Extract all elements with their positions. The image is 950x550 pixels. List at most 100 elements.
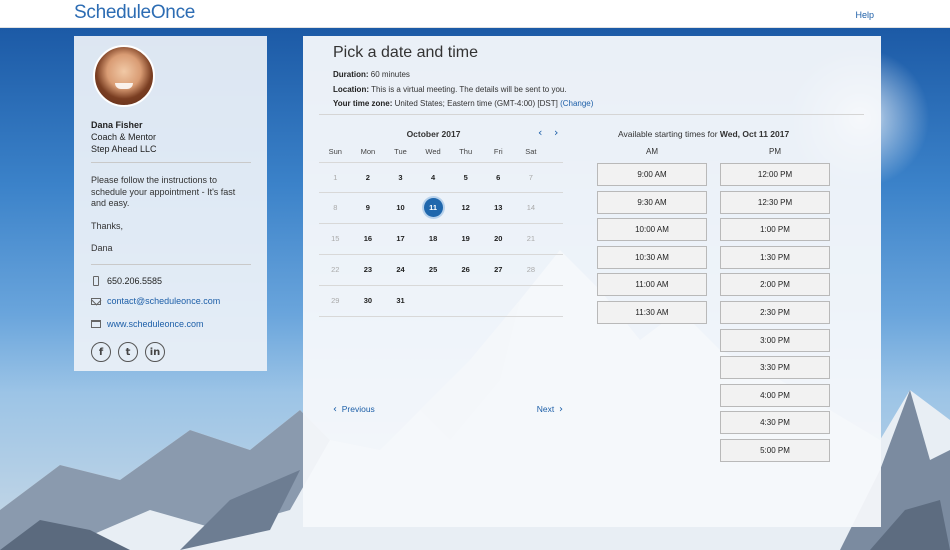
linkedin-icon[interactable]: in xyxy=(145,342,165,362)
day-number: 21 xyxy=(526,234,536,243)
time-slot-button[interactable]: 1:30 PM xyxy=(720,245,830,269)
weekday-label: Thu xyxy=(459,147,473,156)
time-slot-button[interactable]: 1:00 PM xyxy=(720,218,830,242)
help-link[interactable]: Help xyxy=(855,10,874,20)
calendar-day[interactable]: 6 xyxy=(482,167,515,189)
day-number: 3 xyxy=(398,172,403,182)
day-number: 14 xyxy=(526,203,536,212)
chevron-right-icon[interactable]: › xyxy=(554,126,558,139)
calendar-grid: 1 2 3 4 5 6 7 8 9 10 11 12 13 14 15 16 17 18 19 20 21 22 23 24 2… xyxy=(319,162,563,317)
time-slot-button[interactable]: 4:00 PM xyxy=(720,383,830,407)
website-link[interactable]: www.scheduleonce.com xyxy=(107,319,204,329)
calendar-day-selected[interactable]: 11 xyxy=(417,197,450,219)
time-slot-button[interactable]: 11:00 AM xyxy=(597,273,707,297)
calendar-day[interactable]: 10 xyxy=(384,197,417,219)
twitter-icon[interactable]: t xyxy=(118,342,138,362)
calendar-day[interactable]: 19 xyxy=(449,228,482,250)
calendar-day[interactable]: 17 xyxy=(384,228,417,250)
calendar-day[interactable]: 23 xyxy=(352,259,385,281)
chevron-left-icon: ‹ xyxy=(333,404,337,415)
time-slot-button[interactable]: 4:30 PM xyxy=(720,411,830,435)
instructions-note: Please follow the instructions to schedu… xyxy=(91,175,251,266)
day-number: 9 xyxy=(365,203,370,212)
day-number: 22 xyxy=(331,265,340,274)
calendar-week: 29 30 31 xyxy=(319,286,563,317)
day-number: 16 xyxy=(363,234,373,243)
timezone-value: United States; Eastern time (GMT-4:00) [… xyxy=(394,99,558,108)
time-slot-button[interactable]: 10:00 AM xyxy=(597,218,707,242)
times-header-prefix: Available starting times for xyxy=(618,129,720,139)
scheduleonce-logo[interactable]: ScheduleOnce xyxy=(74,2,195,24)
previous-month-button[interactable]: ‹ Previous xyxy=(333,404,375,415)
day-number: 2 xyxy=(365,172,370,182)
calendar-day: 7 xyxy=(515,167,548,189)
next-label: Next xyxy=(536,404,555,414)
calendar-day[interactable]: 25 xyxy=(417,259,450,281)
calendar-day[interactable]: 5 xyxy=(449,167,482,189)
calendar-day[interactable]: 13 xyxy=(482,197,515,219)
calendar-day: 28 xyxy=(515,259,548,281)
timezone-label: Your time zone: xyxy=(333,99,393,108)
facebook-icon[interactable]: f xyxy=(91,342,111,362)
calendar-day[interactable]: 24 xyxy=(384,259,417,281)
calendar-day: 22 xyxy=(319,259,352,281)
location-value: This is a virtual meeting. The details w… xyxy=(371,84,567,94)
day-number: 11 xyxy=(423,198,443,217)
calendar-empty-cell xyxy=(449,290,482,312)
weekday-label: Wed xyxy=(425,147,441,156)
calendar-day[interactable]: 12 xyxy=(449,197,482,219)
calendar-day[interactable]: 16 xyxy=(352,228,385,250)
time-slot-button[interactable]: 11:30 AM xyxy=(597,300,707,324)
day-number: 23 xyxy=(363,265,373,274)
calendar-day[interactable]: 18 xyxy=(417,228,450,250)
time-slot-button[interactable]: 9:00 AM xyxy=(597,163,707,186)
time-slot-button[interactable]: 2:00 PM xyxy=(720,273,830,297)
email-link[interactable]: contact@scheduleonce.com xyxy=(107,296,220,306)
calendar-day: 1 xyxy=(319,167,352,189)
calendar-day[interactable]: 30 xyxy=(352,290,385,312)
calendar-day[interactable]: 2 xyxy=(352,167,385,189)
website-row: www.scheduleonce.com xyxy=(91,317,204,331)
chevron-left-icon[interactable]: ‹ xyxy=(538,126,542,139)
calendar-day[interactable]: 26 xyxy=(449,259,482,281)
email-row: contact@scheduleonce.com xyxy=(91,294,220,308)
time-slot-button[interactable]: 3:30 PM xyxy=(720,356,830,380)
calendar-day[interactable]: 27 xyxy=(482,259,515,281)
calendar-week: 15 16 17 18 19 20 21 xyxy=(319,224,563,255)
day-number: 13 xyxy=(494,203,503,212)
next-month-button[interactable]: Next › xyxy=(537,404,563,415)
time-slot-button[interactable]: 5:00 PM xyxy=(720,438,830,462)
day-number: 29 xyxy=(331,296,340,305)
time-slot-button[interactable]: 2:30 PM xyxy=(720,300,830,324)
times-header: Available starting times for Wed, Oct 11… xyxy=(618,129,789,139)
calendar-day: 29 xyxy=(319,290,352,312)
day-number: 19 xyxy=(461,234,470,243)
calendar-day[interactable]: 20 xyxy=(482,228,515,250)
weekday-label: Sat xyxy=(525,147,537,156)
weekday-label: Tue xyxy=(394,147,407,156)
note-thanks: Thanks, xyxy=(91,220,124,231)
note-paragraph: Please follow the instructions to schedu… xyxy=(91,175,236,208)
day-number: 30 xyxy=(363,296,373,305)
weekday-label: Fri xyxy=(493,147,503,156)
profile-info: Dana Fisher Coach & Mentor Step Ahead LL… xyxy=(91,119,251,155)
time-slot-button[interactable]: 12:00 PM xyxy=(720,163,830,186)
time-slot-button[interactable]: 9:30 AM xyxy=(597,190,707,214)
time-slot-button[interactable]: 12:30 PM xyxy=(720,190,830,214)
calendar-week: 1 2 3 4 5 6 7 xyxy=(319,162,563,193)
calendar-day[interactable]: 9 xyxy=(352,197,385,219)
time-slot-button[interactable]: 10:30 AM xyxy=(597,245,707,269)
time-slot-button[interactable]: 3:00 PM xyxy=(720,328,830,352)
day-number: 17 xyxy=(396,234,405,243)
calendar-day[interactable]: 3 xyxy=(384,167,417,189)
divider xyxy=(91,162,251,163)
calendar-day[interactable]: 4 xyxy=(417,167,450,189)
chevron-right-icon: › xyxy=(559,404,563,415)
calendar-day: 21 xyxy=(515,228,548,250)
day-number: 18 xyxy=(428,234,438,243)
day-number: 24 xyxy=(396,265,405,274)
change-timezone-link[interactable]: (Change) xyxy=(560,99,593,108)
weekday-label: Sun xyxy=(328,147,342,156)
calendar-day[interactable]: 31 xyxy=(384,290,417,312)
am-label: AM xyxy=(646,147,658,156)
